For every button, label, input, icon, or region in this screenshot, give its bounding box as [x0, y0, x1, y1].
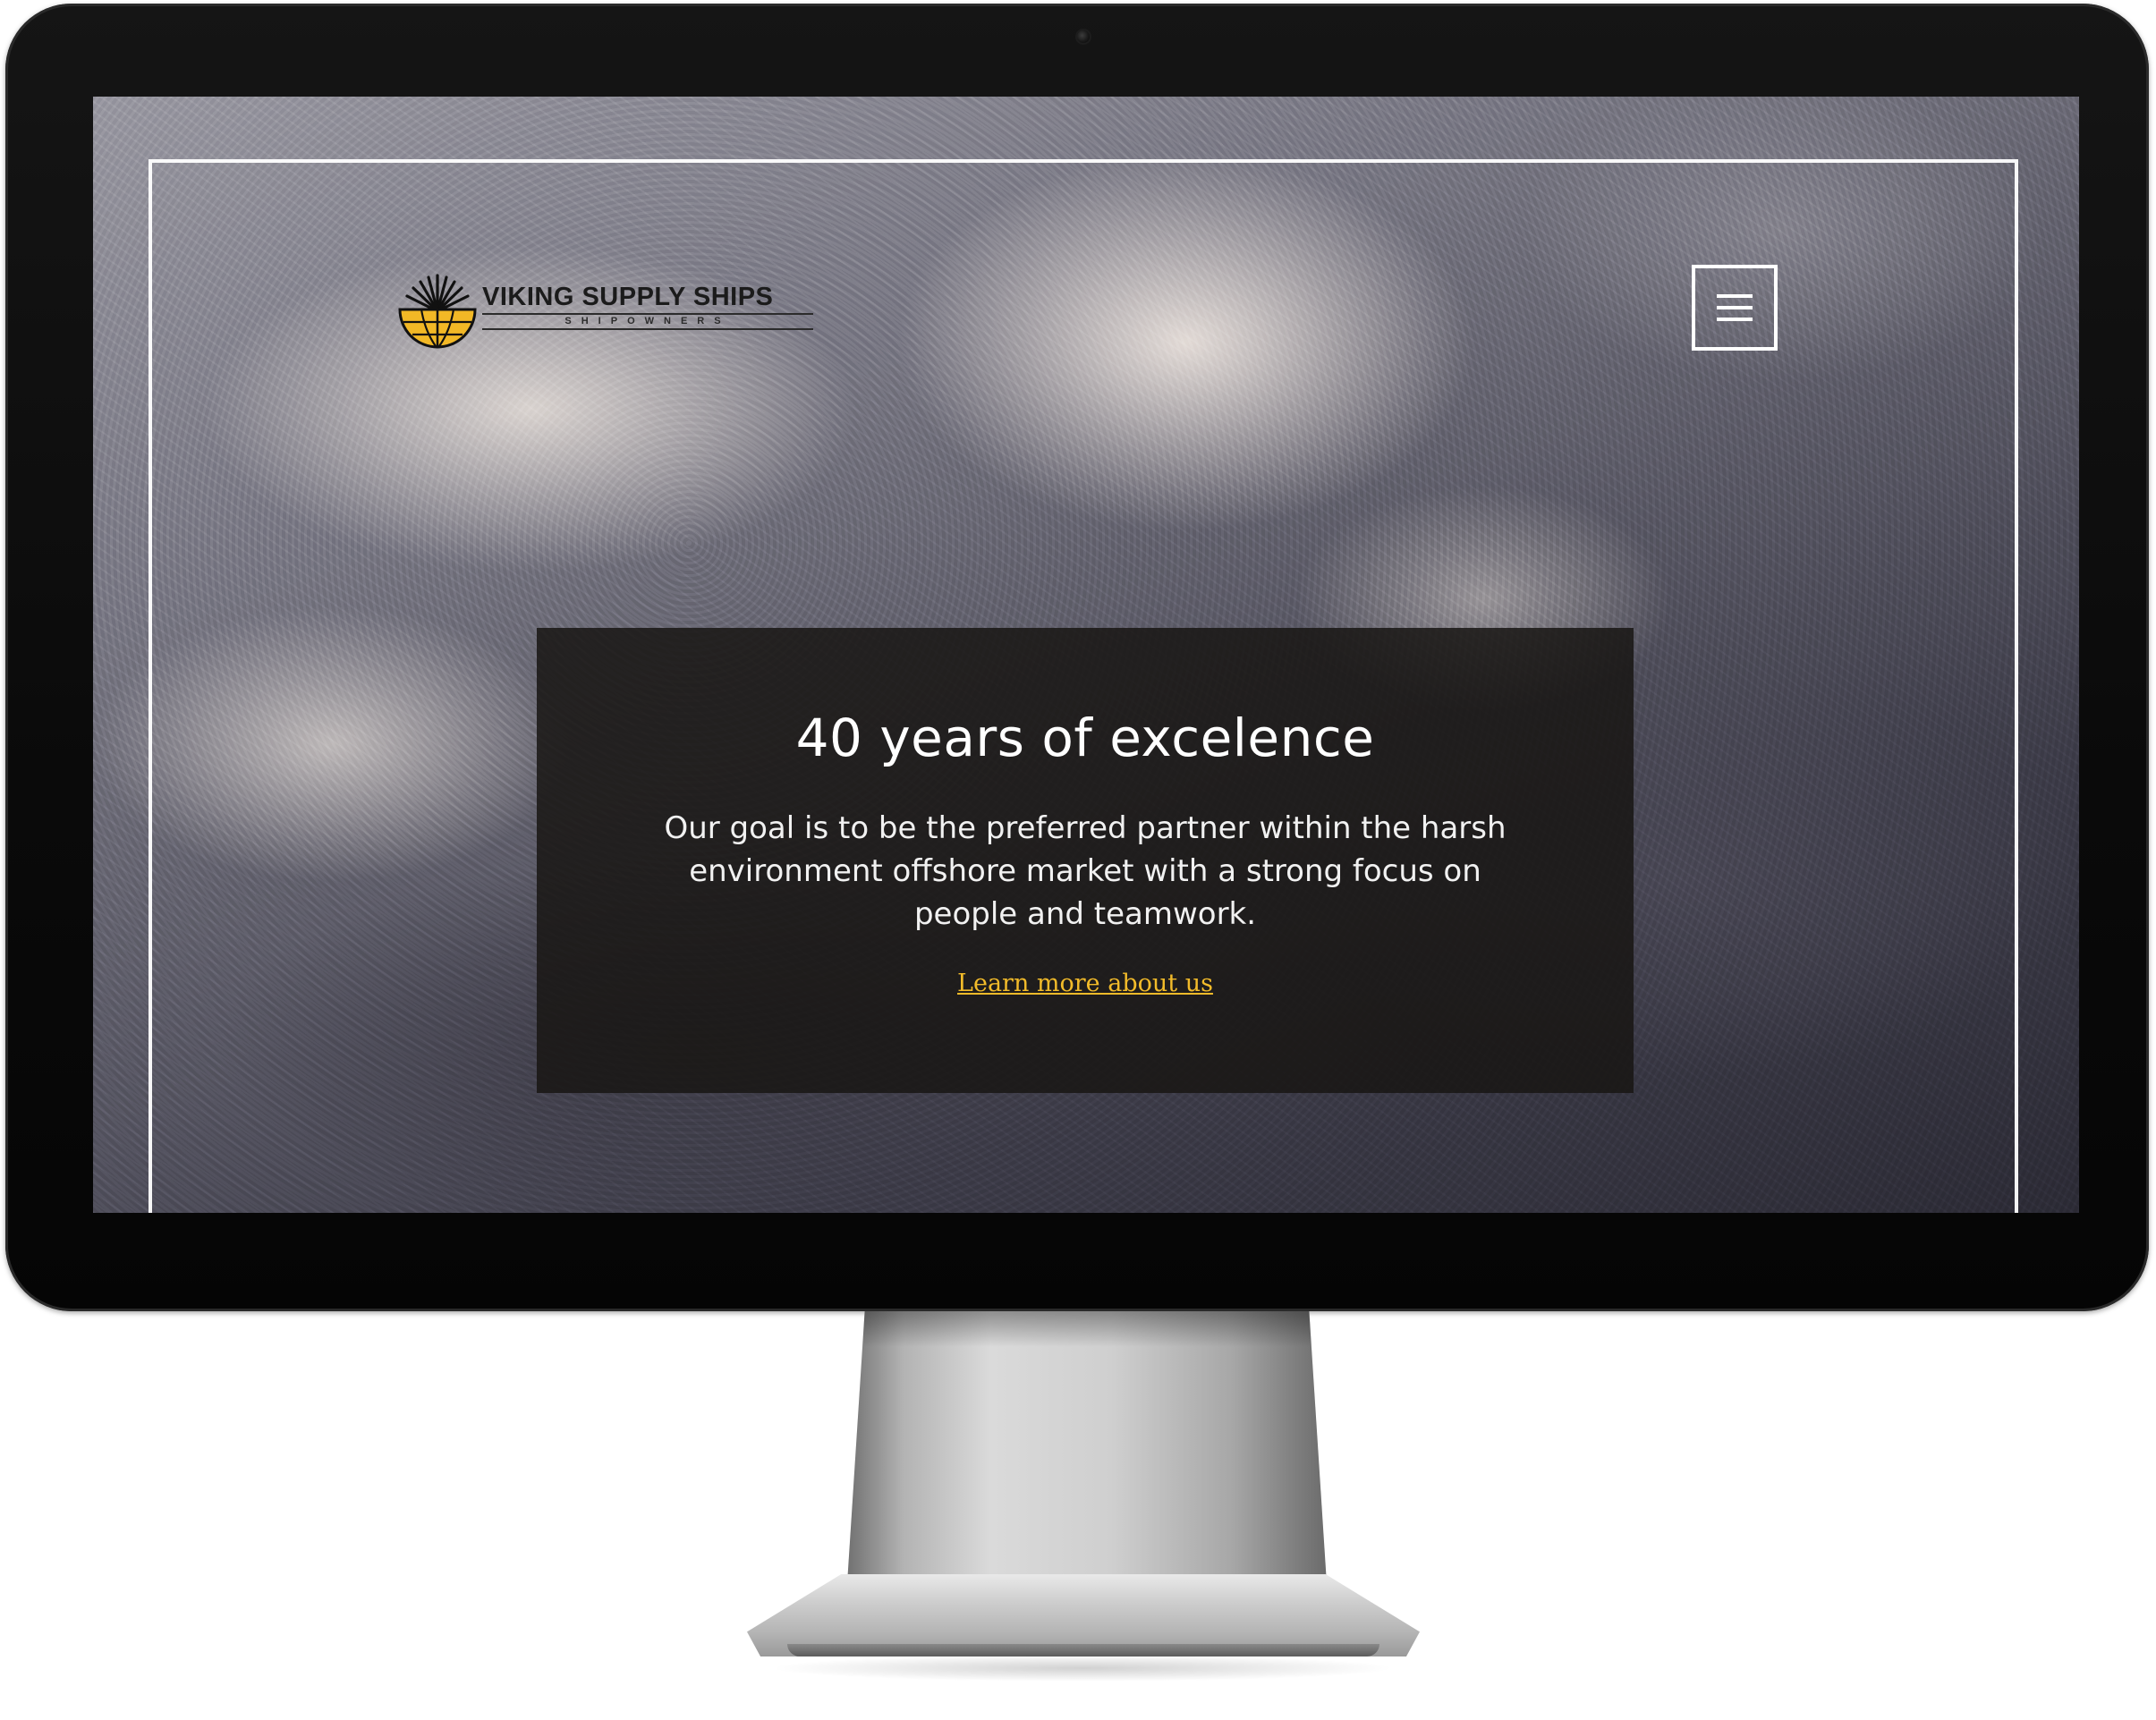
- monitor-stand-neck: [845, 1311, 1328, 1611]
- hero-description: Our goal is to be the preferred partner …: [664, 810, 1507, 932]
- logo-wordmark: VIKING SUPPLY SHIPS SHIPOWNERS: [482, 283, 813, 330]
- monitor-bezel: VIKING SUPPLY SHIPS SHIPOWNERS 40 years …: [5, 4, 2149, 1311]
- logo-company-name: VIKING SUPPLY SHIPS: [482, 283, 774, 311]
- logo-tagline: SHIPOWNERS: [564, 316, 731, 326]
- viking-logo-icon: [398, 274, 477, 349]
- hamburger-menu-icon: [1717, 294, 1753, 321]
- monitor-stand-base: [747, 1574, 1420, 1656]
- logo-divider-bottom: [482, 328, 813, 330]
- hero-card: 40 years of excelence Our goal is to be …: [537, 628, 1634, 1093]
- site-logo[interactable]: VIKING SUPPLY SHIPS SHIPOWNERS: [395, 267, 815, 352]
- menu-button[interactable]: [1692, 265, 1778, 351]
- hero-title: 40 years of excelence: [795, 707, 1375, 768]
- learn-more-link[interactable]: Learn more about us: [537, 968, 1634, 1000]
- webcam: [1077, 30, 1090, 43]
- website-screen: VIKING SUPPLY SHIPS SHIPOWNERS 40 years …: [93, 97, 2079, 1213]
- stand-shadow: [769, 1655, 1396, 1682]
